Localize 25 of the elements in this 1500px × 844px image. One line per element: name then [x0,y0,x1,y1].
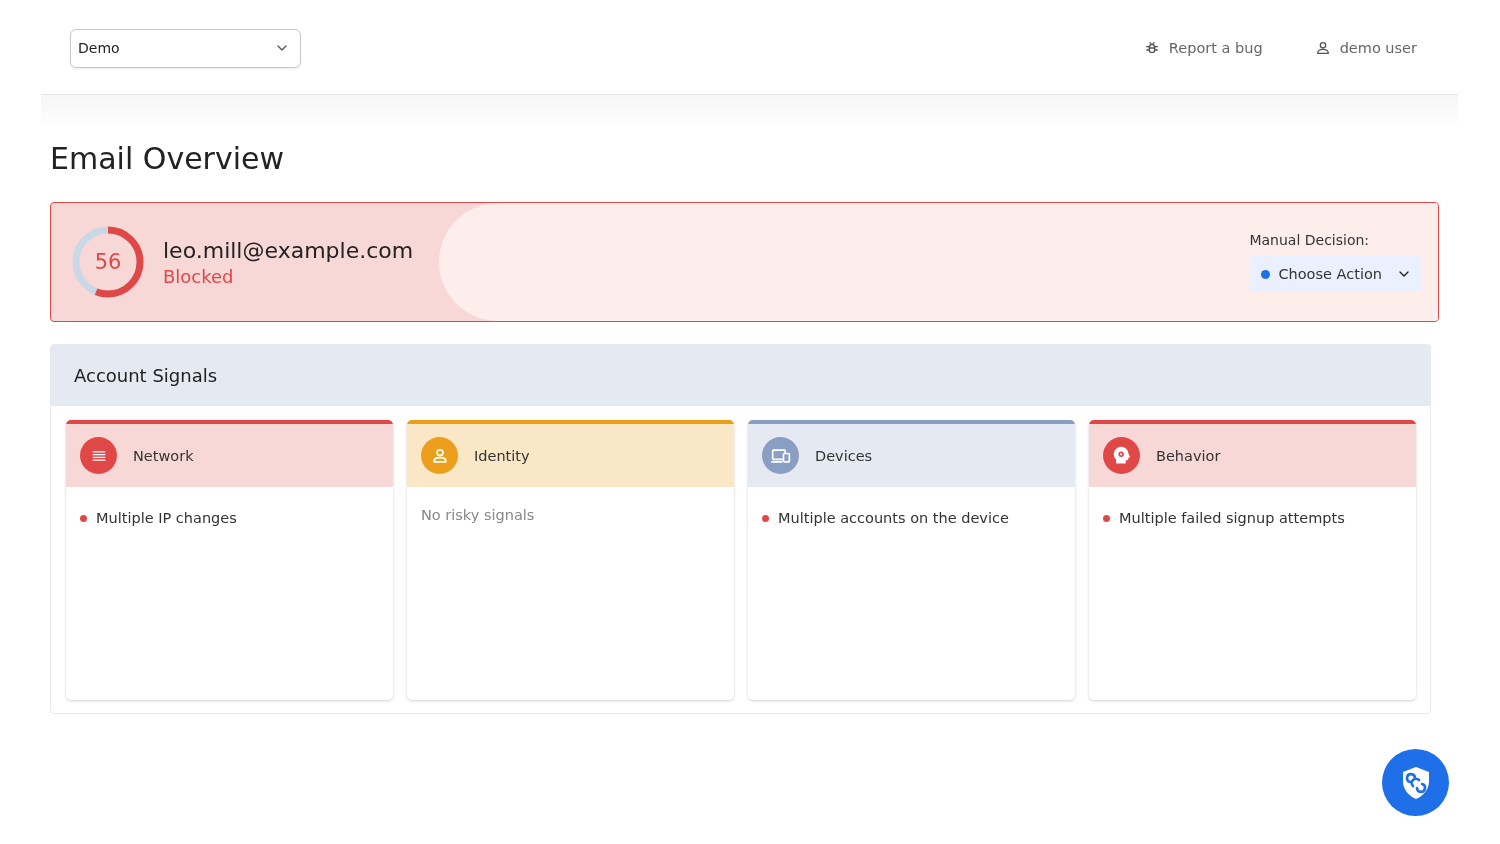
card-title: Behavior [1156,447,1221,464]
signal-text: Multiple accounts on the device [778,510,1009,526]
bug-icon [1143,40,1160,56]
empty-text: No risky signals [421,507,536,523]
signal-text: Multiple IP changes [96,510,237,526]
email-address: leo.mill@example.com [163,237,414,263]
card-title: Identity [474,447,530,464]
card-title: Network [133,447,194,464]
workspace-select[interactable]: Demo [70,28,301,68]
status-label: Blocked [163,265,235,287]
bullet-dot [762,514,769,522]
decision-label: Manual Decision: [1249,232,1371,248]
bullet-dot [1103,514,1110,522]
user-icon [1314,40,1331,56]
report-bug-link[interactable]: Report a bug [1143,40,1263,56]
devices-icon [762,437,799,474]
panel-title: Account Signals [74,365,218,386]
card-title: Devices [815,447,873,464]
user-menu-link[interactable]: demo user [1314,40,1417,56]
signal-text: Multiple failed signup attempts [1119,510,1345,526]
identity-icon [421,437,458,474]
risk-score: 56 [94,251,122,273]
bullet-dot [80,514,87,522]
choose-action-button[interactable]: Choose Action [1249,256,1422,292]
page-title: Email Overview [50,141,285,176]
